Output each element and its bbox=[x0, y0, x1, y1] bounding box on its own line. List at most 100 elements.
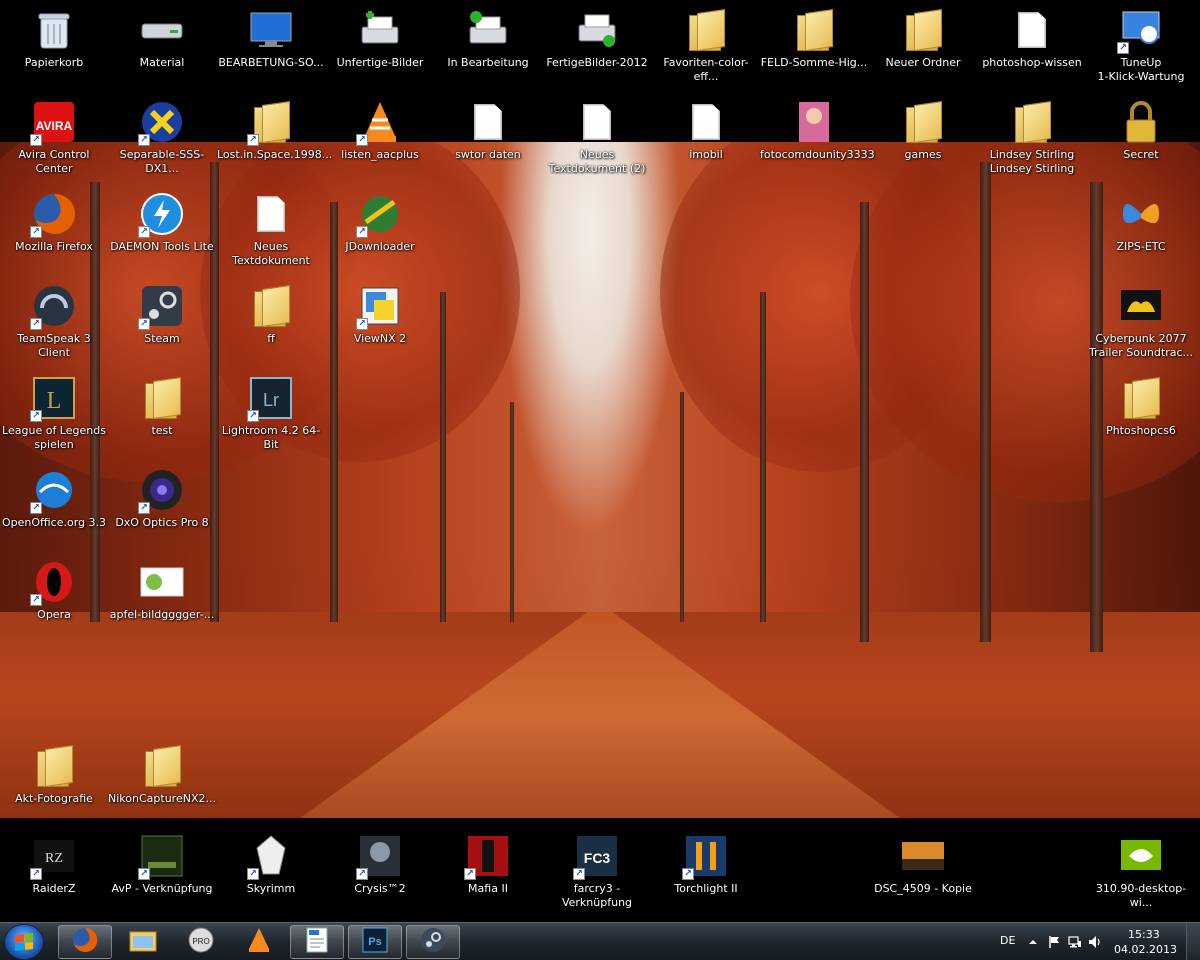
desktop-icon[interactable]: ↗ Mozilla Firefox bbox=[0, 192, 108, 254]
language-indicator[interactable]: DE bbox=[1000, 934, 1015, 947]
desktop-icon[interactable]: ↗ AvP - Verknüpfung bbox=[108, 834, 216, 896]
svg-text:FC3: FC3 bbox=[584, 850, 611, 866]
crysis-icon: ↗ bbox=[356, 834, 402, 880]
photoshop-taskbar-button[interactable]: Ps bbox=[348, 925, 402, 959]
desktop-icon[interactable]: Neuer Ordner bbox=[869, 8, 977, 70]
desktop-icon[interactable]: Neues Textdokument (2) bbox=[543, 100, 651, 176]
raiderz-icon: RZ ↗ bbox=[30, 834, 76, 880]
document-icon bbox=[1010, 8, 1054, 52]
volume-icon[interactable] bbox=[1088, 935, 1102, 949]
desktop-icon[interactable]: NikonCaptureNX2... bbox=[108, 744, 216, 806]
odf-document-taskbar-button[interactable] bbox=[290, 925, 344, 959]
explorer-taskbar-button[interactable] bbox=[116, 925, 170, 959]
desktop-icon[interactable]: ↗ Mafia II bbox=[434, 834, 542, 896]
desktop-icon[interactable]: Lindsey Stirling Lindsey Stirling bbox=[978, 100, 1086, 176]
desktop-icon[interactable]: Phtoshopcs6 bbox=[1087, 376, 1195, 438]
daemon-pro-taskbar-button[interactable]: PRO bbox=[174, 925, 228, 959]
shortcut-arrow-icon: ↗ bbox=[247, 410, 259, 422]
vlc-icon: ↗ bbox=[356, 100, 402, 146]
firefox-taskbar-button[interactable] bbox=[58, 925, 112, 959]
desktop-icon[interactable]: ↗ TeamSpeak 3 Client bbox=[0, 284, 108, 360]
desktop-icon[interactable]: Akt-Fotografie bbox=[0, 744, 108, 806]
show-hidden-icons-icon[interactable] bbox=[1028, 937, 1038, 947]
shortcut-arrow-icon: ↗ bbox=[573, 868, 585, 880]
vlc-taskbar-button[interactable] bbox=[232, 925, 286, 959]
action-center-flag-icon[interactable] bbox=[1048, 935, 1060, 949]
desktop-icon[interactable]: ↗ Torchlight II bbox=[652, 834, 760, 896]
desktop-icon[interactable]: ↗ OpenOffice.org 3.3 bbox=[0, 468, 108, 530]
desktop-icon[interactable]: swtor daten bbox=[434, 100, 542, 162]
desktop-icon-label: NikonCaptureNX2... bbox=[108, 792, 216, 805]
desktop-icon[interactable]: FC3 ↗ farcry3 - Verknüpfung bbox=[543, 834, 651, 910]
shortcut-arrow-icon: ↗ bbox=[247, 134, 259, 146]
desktop-icon[interactable]: ↗ Skyrimm bbox=[217, 834, 325, 896]
desktop-icon[interactable]: ↗ ViewNX 2 bbox=[326, 284, 434, 346]
desktop-icon[interactable]: Favoriten-color-eff... bbox=[652, 8, 760, 84]
desktop-icon[interactable]: games bbox=[869, 100, 977, 162]
desktop-icon[interactable]: Papierkorb bbox=[0, 8, 108, 70]
desktop-icon[interactable]: ↗ Lost.in.Space.1998... bbox=[217, 100, 332, 162]
folder-movie-icon: ↗ bbox=[247, 100, 293, 146]
desktop-icon-label: DAEMON Tools Lite bbox=[110, 240, 214, 253]
desktop-icon[interactable]: DSC_4509 - Kopie bbox=[869, 834, 977, 896]
folder-icon bbox=[901, 100, 945, 144]
printer-check-icon bbox=[466, 8, 510, 52]
steam-taskbar-button[interactable] bbox=[406, 925, 460, 959]
desktop-icon[interactable]: test bbox=[108, 376, 216, 438]
butterfly-icon bbox=[1119, 192, 1163, 236]
steam-taskbar-icon bbox=[420, 927, 446, 957]
show-desktop-button[interactable] bbox=[1186, 923, 1200, 960]
desktop-icon[interactable]: BEARBETUNG-SO... bbox=[217, 8, 325, 70]
desktop-icon[interactable]: ↗ Opera bbox=[0, 560, 108, 622]
shortcut-arrow-icon: ↗ bbox=[138, 226, 150, 238]
image-thumbnail-icon bbox=[140, 560, 184, 604]
desktop-icon[interactable]: Material bbox=[108, 8, 216, 70]
desktop-icon[interactable]: ff bbox=[217, 284, 325, 346]
desktop-icon[interactable]: Lr ↗ Lightroom 4.2 64-Bit bbox=[217, 376, 325, 452]
desktop-icon[interactable]: ↗ listen_aacplus bbox=[326, 100, 434, 162]
clock-time[interactable]: 15:33 bbox=[1128, 928, 1160, 941]
portrait-image-icon bbox=[792, 100, 836, 144]
desktop-icon-label: Favoriten-color-eff... bbox=[663, 56, 749, 83]
desktop-icon[interactable]: ↗ DAEMON Tools Lite bbox=[108, 192, 216, 254]
desktop-icon[interactable]: FELD-Somme-Hig... bbox=[760, 8, 868, 70]
desktop-icon[interactable]: imobil bbox=[652, 100, 760, 162]
windows-logo-icon bbox=[15, 933, 33, 951]
tuneup-icon: ↗ bbox=[1117, 8, 1163, 54]
lightroom-icon: Lr ↗ bbox=[247, 376, 293, 422]
desktop-icon[interactable]: L ↗ League of Legends spielen bbox=[0, 376, 108, 452]
desktop-icon[interactable]: 310.90-desktop-wi... bbox=[1087, 834, 1195, 910]
folder-icon bbox=[140, 744, 184, 788]
viewnx-icon: ↗ bbox=[356, 284, 402, 330]
shortcut-arrow-icon: ↗ bbox=[30, 868, 42, 880]
desktop-icon[interactable]: ↗ JDownloader bbox=[326, 192, 434, 254]
desktop-icon[interactable]: ↗ Separable-SSS-DX1... bbox=[108, 100, 216, 176]
folder-icon bbox=[792, 8, 836, 52]
desktop-icon-label: 310.90-desktop-wi... bbox=[1095, 882, 1187, 909]
desktop-icon-label: AvP - Verknüpfung bbox=[111, 882, 213, 895]
desktop-icon[interactable]: photoshop-wissen bbox=[978, 8, 1086, 70]
desktop-icon[interactable]: ↗ Crysis™2 bbox=[326, 834, 434, 896]
desktop-icon[interactable]: Neues Textdokument bbox=[217, 192, 325, 268]
start-button[interactable] bbox=[4, 924, 44, 960]
desktop-icon[interactable]: Secret bbox=[1087, 100, 1195, 162]
desktop-icon[interactable]: ZIPS-ETC bbox=[1087, 192, 1195, 254]
desktop-icon-label: games bbox=[904, 148, 942, 161]
dxo-icon: ↗ bbox=[138, 468, 184, 514]
desktop-icon[interactable]: AVIRA ↗ Avira Control Center bbox=[0, 100, 108, 176]
desktop-icon-label: ZIPS-ETC bbox=[1116, 240, 1166, 253]
desktop-icon[interactable]: ↗ TuneUp 1-Klick-Wartung bbox=[1087, 8, 1195, 84]
clock-date[interactable]: 04.02.2013 bbox=[1114, 943, 1177, 956]
desktop-icon[interactable]: FertigeBilder-2012 bbox=[543, 8, 651, 70]
desktop-icon[interactable]: Cyberpunk 2077 Trailer Soundtrac... bbox=[1087, 284, 1195, 360]
desktop-icon[interactable]: ↗ Steam bbox=[108, 284, 216, 346]
desktop-icon[interactable]: ↗ DxO Optics Pro 8 bbox=[108, 468, 216, 530]
desktop-icon[interactable]: In Bearbeitung bbox=[434, 8, 542, 70]
desktop-icon[interactable]: apfel-bildgggger-... bbox=[108, 560, 216, 622]
network-icon[interactable] bbox=[1068, 935, 1082, 949]
desktop-icon[interactable]: RZ ↗ RaiderZ bbox=[0, 834, 108, 896]
desktop-icon-label: Torchlight II bbox=[674, 882, 738, 895]
desktop-icon[interactable]: fotocomdounity3333 bbox=[760, 100, 875, 162]
desktop-icon[interactable]: Unfertige-Bilder bbox=[326, 8, 434, 70]
shortcut-arrow-icon: ↗ bbox=[138, 868, 150, 880]
